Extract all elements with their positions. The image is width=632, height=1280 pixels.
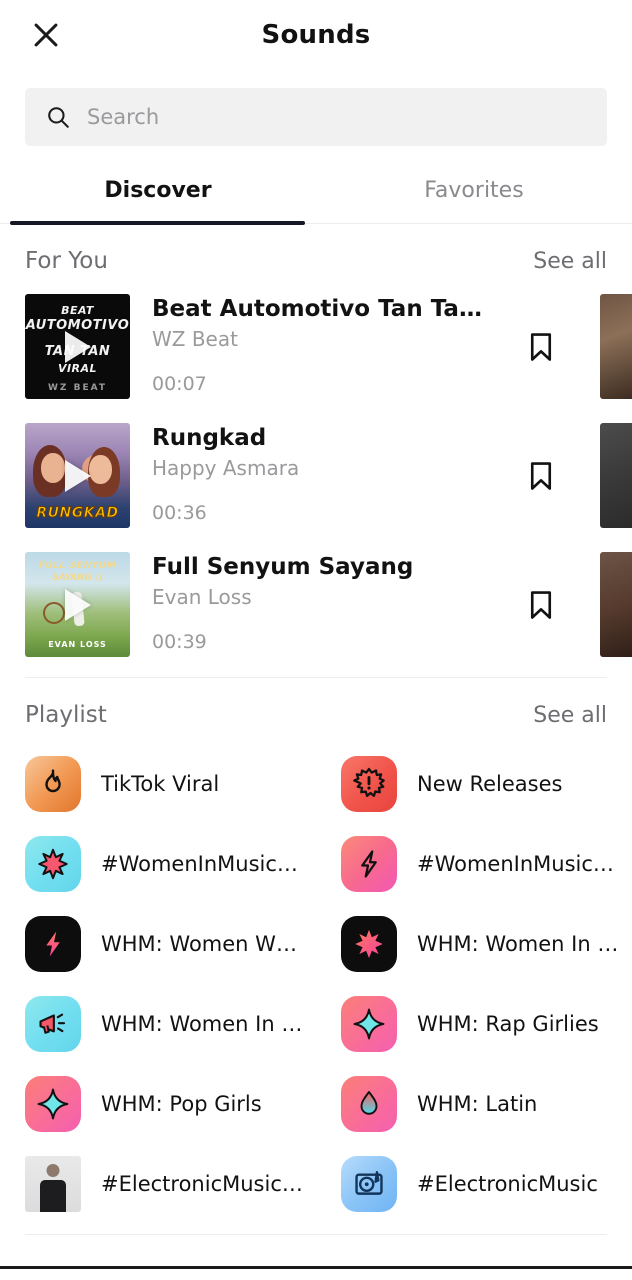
flame-icon — [25, 756, 81, 812]
modal-header: Sounds — [0, 0, 632, 70]
cover-line-4: VIRAL — [57, 362, 98, 375]
tab-favorites[interactable]: Favorites — [316, 172, 632, 223]
sound-title: Full Senyum Sayang — [152, 554, 414, 580]
sound-row[interactable]: FULL SENYUM SAYANG :) EVAN LOSS Full Sen… — [25, 542, 632, 671]
bookmark-button[interactable] — [520, 326, 562, 368]
search-input[interactable] — [87, 88, 587, 146]
cover-line-5: WZ BEAT — [48, 383, 107, 393]
cover-art-shape — [41, 453, 65, 483]
playlist-item-label: WHM: Latin — [417, 1092, 538, 1116]
search-icon — [45, 104, 71, 130]
bottom-system-bar — [0, 1266, 632, 1280]
starburst-icon — [25, 836, 81, 892]
close-icon — [34, 23, 58, 47]
bookmark-icon — [530, 333, 552, 361]
page-title: Sounds — [261, 20, 371, 50]
playlist-grid: TikTok Viral New Releases #WomenInMusic … — [0, 738, 632, 1224]
bookmark-button[interactable] — [520, 455, 562, 497]
sound-cover[interactable]: RUNGKAD — [25, 423, 130, 528]
playlist-item-label: #ElectronicMusic x S... — [101, 1172, 304, 1196]
droplet-icon — [341, 1076, 397, 1132]
playlist-item-women-in-rnb[interactable]: WHM: Women In RnB — [316, 904, 632, 984]
for-you-section-header: For You See all — [0, 224, 632, 284]
playlist-item-label: TikTok Viral — [101, 772, 220, 796]
bookmark-icon — [530, 591, 552, 619]
play-icon[interactable] — [64, 588, 91, 621]
playlist-item-rap-girlies[interactable]: WHM: Rap Girlies — [316, 984, 632, 1064]
playlist-item-new-releases[interactable]: New Releases — [316, 744, 632, 824]
playlist-item-women-in-country[interactable]: WHM: Women In Coun... — [0, 984, 316, 1064]
sound-row[interactable]: BEAT AUTOMOTIVO TAN TAN VIRAL WZ BEAT Be… — [25, 284, 632, 413]
sound-title: Beat Automotivo Tan Tan T... — [152, 296, 482, 322]
playlist-item-women-who-rock[interactable]: WHM: Women Who Rock — [0, 904, 316, 984]
bolt-icon — [25, 916, 81, 972]
close-button[interactable] — [26, 15, 66, 55]
for-you-title: For You — [25, 248, 108, 274]
playlist-item-label: WHM: Women In RnB — [417, 932, 620, 956]
play-icon[interactable] — [64, 459, 91, 492]
cover-title: FULL SENYUM — [38, 561, 117, 571]
cover-art-shape — [43, 602, 65, 624]
playlist-item-electronicmusic-x-s[interactable]: #ElectronicMusic x S... — [0, 1144, 316, 1224]
playlist-item-label: #WomenInMusic x Ki... — [417, 852, 620, 876]
person-photo-icon — [25, 1156, 81, 1212]
playlist-item-label: WHM: Pop Girls — [101, 1092, 262, 1116]
playlist-see-all[interactable]: See all — [533, 703, 607, 728]
turntable-icon — [341, 1156, 397, 1212]
playlist-item-womeninmusic-ki[interactable]: #WomenInMusic x Ki... — [316, 824, 632, 904]
avatar-head — [46, 1164, 60, 1177]
tab-bar: Discover Favorites — [0, 172, 632, 225]
starburst-icon — [341, 916, 397, 972]
playlist-item-label: New Releases — [417, 772, 563, 796]
playlist-item-label: WHM: Rap Girlies — [417, 1012, 599, 1036]
sound-cover[interactable]: FULL SENYUM SAYANG :) EVAN LOSS — [25, 552, 130, 657]
cover-label: RUNGKAD — [36, 505, 119, 522]
active-tab-indicator — [10, 221, 305, 225]
bookmark-button[interactable] — [520, 584, 562, 626]
sound-title: Rungkad — [152, 425, 267, 451]
cover-title-2: SAYANG :) — [52, 573, 103, 583]
peek-card[interactable] — [600, 294, 632, 399]
playlist-item-latin[interactable]: WHM: Latin — [316, 1064, 632, 1144]
bookmark-icon — [530, 462, 552, 490]
playlist-item-label: #WomenInMusic x Ke... — [101, 852, 304, 876]
cover-art-shape — [89, 455, 112, 484]
playlist-item-electronicmusic[interactable]: #ElectronicMusic — [316, 1144, 632, 1224]
playlist-item-label: WHM: Women In Coun... — [101, 1012, 304, 1036]
bolt-icon — [341, 836, 397, 892]
tab-discover[interactable]: Discover — [0, 172, 316, 223]
cover-credit: EVAN LOSS — [48, 640, 107, 649]
playlist-item-label: WHM: Women Who Rock — [101, 932, 304, 956]
search-section — [0, 70, 632, 146]
playlist-section-header: Playlist See all — [0, 678, 632, 738]
sound-cover[interactable]: BEAT AUTOMOTIVO TAN TAN VIRAL WZ BEAT — [25, 294, 130, 399]
playlist-item-tiktok-viral[interactable]: TikTok Viral — [0, 744, 316, 824]
playlist-item-label: #ElectronicMusic — [417, 1172, 598, 1196]
sound-duration: 00:39 — [152, 631, 207, 653]
for-you-sound-list: BEAT AUTOMOTIVO TAN TAN VIRAL WZ BEAT Be… — [0, 284, 632, 671]
sound-row[interactable]: RUNGKAD Rungkad Happy Asmara 00:36 — [25, 413, 632, 542]
cover-line-1: BEAT — [61, 304, 94, 317]
tab-favorites-label: Favorites — [424, 178, 524, 203]
for-you-see-all[interactable]: See all — [533, 249, 607, 274]
megaphone-icon — [25, 996, 81, 1052]
peek-card[interactable] — [600, 552, 632, 657]
search-bar[interactable] — [25, 88, 607, 146]
burst-alert-icon — [341, 756, 397, 812]
play-icon[interactable] — [64, 330, 91, 363]
peek-card[interactable] — [600, 423, 632, 528]
playlist-item-pop-girls[interactable]: WHM: Pop Girls — [0, 1064, 316, 1144]
tab-discover-label: Discover — [104, 178, 212, 203]
sound-duration: 00:07 — [152, 373, 207, 395]
avatar-body — [40, 1180, 66, 1212]
playlist-item-womeninmusic-ke[interactable]: #WomenInMusic x Ke... — [0, 824, 316, 904]
sparkle-icon — [341, 996, 397, 1052]
sound-duration: 00:36 — [152, 502, 207, 524]
sparkle-icon — [25, 1076, 81, 1132]
playlist-title: Playlist — [25, 702, 107, 728]
bottom-divider — [25, 1234, 607, 1235]
